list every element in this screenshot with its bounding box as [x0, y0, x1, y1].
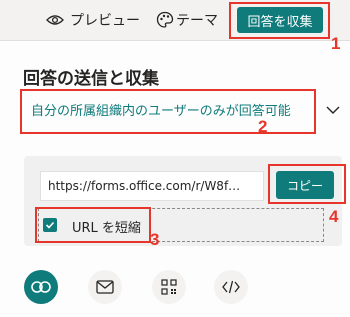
share-embed-tab[interactable] [214, 270, 248, 304]
share-email-tab[interactable] [88, 270, 122, 304]
qr-code-icon [161, 279, 177, 295]
eye-icon [46, 15, 64, 25]
annotation-number-1: 1 [331, 34, 341, 53]
annotation-box-2 [20, 89, 316, 134]
annotation-box-3 [35, 207, 151, 243]
annotation-box-4 [268, 164, 346, 204]
share-qr-tab[interactable] [152, 270, 186, 304]
annotation-number-4: 4 [329, 207, 339, 226]
preview-label: プレビュー [70, 13, 140, 29]
mail-icon [96, 280, 114, 294]
annotation-number-2: 2 [258, 117, 268, 136]
chevron-down-icon[interactable] [326, 105, 340, 115]
theme-button[interactable]: テーマ [156, 8, 218, 32]
annotation-box-1 [229, 2, 330, 39]
theme-label: テーマ [176, 13, 218, 29]
annotation-number-3: 3 [150, 230, 160, 249]
share-link-field[interactable]: https://forms.office.com/r/W8f… [40, 171, 264, 201]
palette-icon [156, 11, 174, 28]
preview-button[interactable]: プレビュー [46, 8, 140, 32]
panel-title: 回答の送信と収集 [23, 69, 159, 89]
share-link-tab[interactable] [24, 270, 58, 304]
link-icon [31, 281, 51, 293]
embed-code-icon [222, 280, 240, 294]
